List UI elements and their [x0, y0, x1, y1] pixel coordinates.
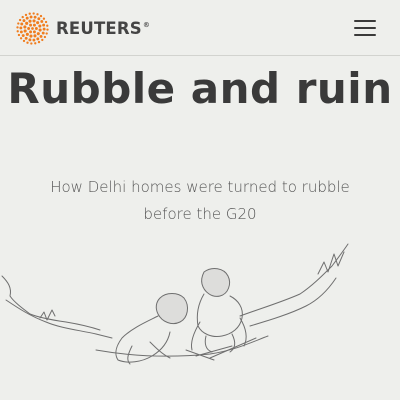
logo-dot [32, 38, 36, 42]
logo-dot [24, 13, 28, 16]
logo-dot [32, 11, 35, 15]
rubble-line-right-2 [249, 277, 337, 327]
logo-dot [29, 29, 33, 33]
logo-dot [32, 23, 36, 27]
logo-dot [20, 22, 24, 25]
rubble-line-right [239, 243, 349, 317]
logo-dot [34, 41, 37, 44]
child-right-arms [191, 317, 247, 351]
logo-dot [39, 14, 43, 17]
logo-dot [16, 25, 19, 29]
logo-dot [37, 40, 41, 43]
logo-dot [32, 18, 36, 22]
logo-wordmark: REUTERS® [56, 19, 150, 38]
logo-text: REUTERS [56, 18, 142, 38]
logo-dot [36, 36, 40, 40]
logo-dot [41, 38, 44, 41]
logo-dot [27, 26, 31, 30]
logo-dot [28, 37, 32, 41]
logo-dot [29, 14, 33, 18]
logo-dot [39, 34, 43, 38]
logo-dot [33, 15, 37, 19]
logo-dot [36, 31, 40, 35]
logo-dot [46, 27, 49, 31]
page-title: Rubble and ruin [7, 64, 393, 113]
site-header: REUTERS® [0, 0, 400, 56]
logo-dot [21, 15, 24, 18]
logo-dot [28, 12, 31, 15]
logo-dot [37, 16, 41, 20]
logo-dot [21, 33, 25, 37]
pencil-sketch-children-in-rubble-illustration [1, 243, 349, 365]
reuters-dot-logo-icon [16, 11, 49, 45]
hamburger-menu-icon[interactable] [354, 18, 376, 38]
logo-dot [19, 29, 23, 33]
page-subtitle: How Delhi homes were turned to rubble be… [50, 178, 350, 223]
logo-dot [16, 29, 19, 32]
rubble-spikes-2 [39, 309, 56, 321]
child-left-head [155, 293, 188, 325]
logo-dot [40, 19, 44, 23]
rubble-line-left [1, 275, 101, 331]
logo-dot [29, 34, 33, 38]
logo-dot [25, 16, 29, 20]
logo-dot [28, 19, 32, 23]
logo-dot [34, 26, 38, 30]
logo-dot [23, 24, 27, 29]
logo-dot [22, 39, 26, 42]
menu-bar-bottom [354, 34, 376, 36]
menu-bar-top [354, 20, 376, 22]
logo-dot [26, 41, 29, 44]
logo-dot [45, 31, 48, 35]
logo-dot [43, 35, 47, 38]
logo-dot [41, 31, 45, 34]
logo-dot [22, 18, 26, 22]
rubble-line-left-2 [5, 299, 113, 339]
child-right-body [196, 293, 243, 337]
logo-dot [18, 18, 22, 21]
logo-dot [38, 27, 42, 32]
logo-dot [25, 21, 29, 25]
logo-dot [46, 24, 49, 27]
logo-dot [32, 29, 36, 33]
logo-dot [17, 33, 21, 36]
logo-dot [33, 33, 37, 37]
logo-dot [30, 41, 33, 45]
logo-dot [17, 21, 20, 25]
logo-dot [31, 26, 34, 30]
menu-bar-middle [354, 27, 376, 29]
logo-dot [44, 20, 48, 23]
logo-dot [29, 23, 33, 27]
logo-dot [42, 27, 46, 31]
logo-dot [38, 23, 42, 28]
logo-dot [19, 36, 23, 39]
logo-dot [24, 36, 28, 40]
logo-dot [36, 20, 40, 24]
logo-dot [23, 28, 27, 33]
logo-dot [42, 17, 46, 20]
logo-dot [42, 23, 46, 27]
logo-dot [19, 25, 23, 29]
logo-dot [25, 32, 29, 36]
logo-dot [36, 12, 39, 15]
reuters-logo[interactable]: REUTERS® [16, 11, 150, 45]
child-right-head [201, 268, 231, 297]
registered-mark: ® [142, 20, 151, 29]
